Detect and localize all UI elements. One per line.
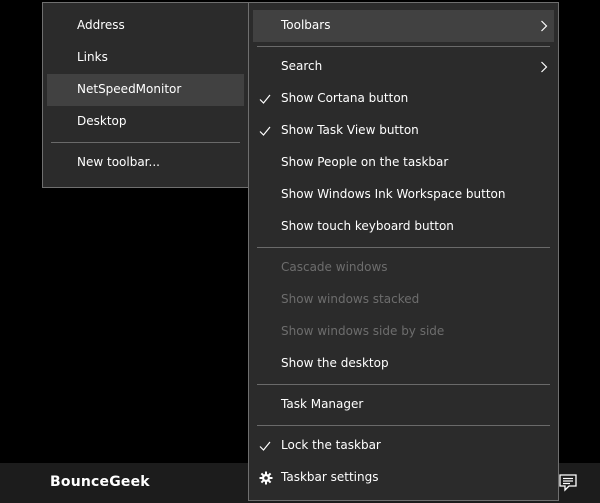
menu-item-label: Cascade windows: [281, 260, 388, 274]
menu-item-label: Lock the taskbar: [281, 438, 381, 452]
taskbar-watermark-label: BounceGeek: [50, 474, 150, 490]
menu-separator: [257, 384, 550, 385]
menu-item-label: Taskbar settings: [281, 470, 379, 484]
menu-item-task-manager[interactable]: Task Manager: [253, 389, 554, 421]
menu-item-windows-side-by-side: Show windows side by side: [253, 316, 554, 348]
menu-item-windows-stacked: Show windows stacked: [253, 284, 554, 316]
menu-item-label: Task Manager: [281, 397, 364, 411]
menu-item-toolbars[interactable]: Toolbars: [253, 10, 554, 42]
menu-item-label: NetSpeedMonitor: [77, 82, 182, 96]
menu-item-label: Show windows side by side: [281, 324, 445, 338]
submenu-item-desktop[interactable]: Desktop: [47, 106, 244, 138]
submenu-item-links[interactable]: Links: [47, 42, 244, 74]
menu-item-show-cortana[interactable]: Show Cortana button: [253, 83, 554, 115]
toolbars-submenu: Address Links NetSpeedMonitor Desktop Ne…: [42, 2, 249, 188]
chevron-right-icon: [540, 20, 548, 32]
desktop-screen: BounceGeek Toolbars Search Show Cortana …: [0, 0, 600, 503]
submenu-item-netspeedmonitor[interactable]: NetSpeedMonitor: [47, 74, 244, 106]
menu-item-label: Toolbars: [281, 18, 331, 32]
menu-item-cascade-windows: Cascade windows: [253, 252, 554, 284]
menu-item-label: Show Windows Ink Workspace button: [281, 187, 506, 201]
menu-item-label: Show the desktop: [281, 356, 389, 370]
menu-separator: [51, 142, 240, 143]
menu-item-label: Show touch keyboard button: [281, 219, 454, 233]
menu-item-label: Show Task View button: [281, 123, 419, 137]
submenu-item-address[interactable]: Address: [47, 10, 244, 42]
menu-item-label: Address: [77, 18, 125, 32]
menu-item-show-people[interactable]: Show People on the taskbar: [253, 147, 554, 179]
menu-separator: [257, 247, 550, 248]
menu-item-label: Show People on the taskbar: [281, 155, 449, 169]
menu-separator: [257, 46, 550, 47]
checkmark-icon: [259, 125, 271, 137]
checkmark-icon: [259, 440, 271, 452]
submenu-item-new-toolbar[interactable]: New toolbar...: [47, 147, 244, 179]
menu-item-label: Links: [77, 50, 108, 64]
taskbar-context-menu: Toolbars Search Show Cortana button Show…: [248, 2, 559, 501]
checkmark-icon: [259, 93, 271, 105]
menu-item-show-ink-workspace[interactable]: Show Windows Ink Workspace button: [253, 179, 554, 211]
menu-item-label: New toolbar...: [77, 155, 160, 169]
menu-item-label: Show windows stacked: [281, 292, 420, 306]
action-center-icon[interactable]: [558, 470, 578, 496]
menu-item-label: Desktop: [77, 114, 127, 128]
gear-icon: [259, 471, 273, 485]
menu-item-lock-taskbar[interactable]: Lock the taskbar: [253, 430, 554, 462]
menu-item-taskbar-settings[interactable]: Taskbar settings: [253, 462, 554, 494]
menu-separator: [257, 425, 550, 426]
menu-item-show-touch-keyboard[interactable]: Show touch keyboard button: [253, 211, 554, 243]
chevron-right-icon: [540, 61, 548, 73]
menu-item-show-task-view[interactable]: Show Task View button: [253, 115, 554, 147]
menu-item-show-desktop[interactable]: Show the desktop: [253, 348, 554, 380]
menu-item-label: Search: [281, 59, 323, 73]
menu-item-search[interactable]: Search: [253, 51, 554, 83]
menu-item-label: Show Cortana button: [281, 91, 409, 105]
